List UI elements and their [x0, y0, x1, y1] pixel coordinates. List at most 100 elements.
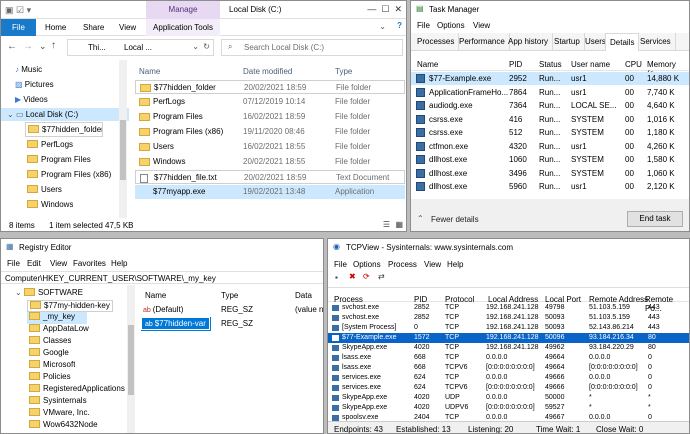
reg-tree-item[interactable]: Google — [27, 348, 69, 360]
end-task-button[interactable]: End task — [627, 211, 683, 227]
reg-tree-item[interactable]: Policies — [27, 372, 71, 384]
tcp-menu-options[interactable]: Options — [353, 260, 381, 269]
reg-menu-favorites[interactable]: Favorites — [73, 259, 106, 268]
address-dropdown-icon[interactable]: ⌄ — [192, 42, 199, 51]
process-row[interactable]: dllhost.exe 3496 Run... SYSTEM 00 1,060 K — [411, 167, 689, 180]
tm-hscrollbar[interactable] — [411, 199, 689, 207]
process-row[interactable]: ApplicationFrameHo... 7864 Run... usr1 00 7,7… — [411, 86, 689, 99]
file-row[interactable]: $77myapp.exe 19/02/2021 13:48 Application — [135, 185, 405, 199]
reg-menu-help[interactable]: Help — [111, 259, 127, 268]
breadcrumb-localdisk[interactable]: Local ... — [124, 43, 152, 52]
file-row[interactable]: $77hidden_file.txt 20/02/2021 18:59 Text D… — [135, 170, 405, 184]
fewer-details-link[interactable]: Fewer details — [431, 215, 479, 224]
connection-row[interactable]: svchost.exe 2852 TCP 192.168.241.128 49798 51… — [328, 303, 689, 313]
connection-row[interactable]: svchost.exe 2852 TCP 192.168.241.128 50093 51… — [328, 313, 689, 323]
tree-item-program-files[interactable]: Program Files — [27, 155, 91, 164]
manage-ribbon-tab[interactable]: Manage — [146, 1, 220, 19]
reg-path-bar[interactable]: Computer\HKEY_CURRENT_USER\SOFTWARE\_my_… — [1, 271, 323, 284]
expand-chevron-icon[interactable]: ⌄ — [7, 110, 16, 119]
file-row[interactable]: Program Files (x86) 19/11/2020 08:46 File … — [135, 125, 405, 139]
reg-menu-file[interactable]: File — [7, 259, 20, 268]
reg-col-name[interactable]: Name — [145, 291, 166, 300]
address-bar[interactable]: Thi... Local ... ⌄ ↻ — [67, 39, 214, 56]
tree-item-localdisk[interactable]: ⌄ ▭ Local Disk (C:) — [1, 108, 129, 121]
reg-tree-item[interactable]: _my_key — [27, 312, 87, 324]
connection-row[interactable]: [System Process] 0 TCP 192.168.241.128 50093… — [328, 323, 689, 333]
chevron-down-icon[interactable]: ⌄ — [379, 22, 386, 31]
tree-item-hidden-folder[interactable]: $77hidden_folder — [25, 122, 103, 137]
back-arrow-icon[interactable]: ← — [7, 41, 17, 52]
reg-tree-item[interactable]: Microsoft — [27, 360, 75, 372]
tm-col-name[interactable]: Name — [417, 60, 438, 69]
reg-tree-item[interactable]: ›VMware, Inc. — [27, 408, 90, 420]
reg-tree-item[interactable]: AppDataLow — [27, 324, 89, 336]
connection-row[interactable]: $77-Example.exe 1572 TCP 192.168.241.128 500… — [328, 333, 689, 343]
process-row[interactable]: $77-Example.exe 2952 Run... usr1 00 14,880 K — [411, 72, 689, 85]
close-connection-icon[interactable]: ✖ — [349, 272, 356, 281]
tm-col-pid[interactable]: PID — [509, 60, 522, 69]
tm-col-cpu[interactable]: CPU — [625, 60, 642, 69]
file-row[interactable]: PerfLogs 07/12/2019 10:14 File folder — [135, 95, 405, 109]
tab-view[interactable]: View — [119, 23, 136, 32]
tab-performance[interactable]: Performance — [455, 33, 510, 51]
connection-row[interactable]: services.exe 624 TCP 0.0.0.0 49666 0.0.0.0 0 — [328, 373, 689, 383]
tree-item-perflogs[interactable]: PerfLogs — [27, 140, 73, 149]
tab-app-history[interactable]: App history — [504, 33, 554, 51]
resolve-icon[interactable]: ⇄ — [378, 272, 385, 281]
reg-menu-view[interactable]: View — [50, 259, 67, 268]
reg-tree-item[interactable]: Classes — [27, 336, 71, 348]
process-row[interactable]: ctfmon.exe 4320 Run... usr1 00 4,260 K — [411, 140, 689, 153]
refresh-icon[interactable]: ↻ — [203, 42, 210, 51]
tree-item-music[interactable]: ♪ Music — [15, 65, 42, 74]
tree-item-pictures[interactable]: ▨ Pictures — [15, 80, 54, 89]
reg-tree-item[interactable]: $77my-hidden-key — [27, 300, 113, 312]
tab-processes[interactable]: Processes — [413, 33, 460, 51]
tree-item-program-files-x86[interactable]: Program Files (x86) — [27, 170, 111, 179]
reg-tree-item[interactable]: ⌄ SOFTWARE — [13, 288, 83, 300]
tcp-menu-file[interactable]: File — [334, 260, 347, 269]
breadcrumb-thispc[interactable]: Thi... — [88, 43, 106, 52]
connection-row[interactable]: lsass.exe 668 TCPV6 [0:0:0:0:0:0:0:0] 49664 [… — [328, 363, 689, 373]
tree-item-windows[interactable]: Windows — [27, 200, 73, 209]
help-icon[interactable]: ? — [397, 21, 402, 30]
search-box[interactable]: ⌕ Search Local Disk (C:) — [221, 39, 403, 56]
tm-col-user[interactable]: User name — [571, 60, 610, 69]
tm-menu-options[interactable]: Options — [437, 21, 465, 30]
forward-arrow-icon[interactable]: → — [23, 41, 33, 52]
up-arrow-icon[interactable]: ↑ — [51, 40, 56, 51]
connection-row[interactable]: services.exe 624 TCPV6 [0:0:0:0:0:0:0:0] 496… — [328, 383, 689, 393]
details-view-icon[interactable]: ☰ — [383, 220, 390, 229]
tm-menu-view[interactable]: View — [473, 21, 490, 30]
connection-row[interactable]: lsass.exe 668 TCP 0.0.0.0 49664 0.0.0.0 0 — [328, 353, 689, 363]
reg-tree-item[interactable]: ›RegisteredApplications — [27, 384, 125, 396]
tm-col-status[interactable]: Status — [539, 60, 562, 69]
reg-tree-item[interactable]: ›Wow6432Node — [27, 420, 98, 432]
tcp-menu-process[interactable]: Process — [388, 260, 417, 269]
tab-app-tools[interactable]: Application Tools — [146, 19, 220, 36]
reg-tree-scrollbar[interactable] — [127, 285, 135, 433]
col-header-name[interactable]: Name — [139, 67, 160, 76]
reg-value-default[interactable]: ab (Default) REG_SZ (value n... — [143, 305, 323, 314]
refresh-icon[interactable]: ⟳ — [363, 272, 370, 281]
tm-menu-file[interactable]: File — [417, 21, 430, 30]
process-row[interactable]: dllhost.exe 1060 Run... SYSTEM 00 1,580 K — [411, 153, 689, 166]
file-row[interactable]: Program Files 16/02/2021 18:59 File folder — [135, 110, 405, 124]
fewer-details-icon[interactable]: ⌃ — [417, 214, 424, 223]
col-header-type[interactable]: Type — [335, 67, 352, 76]
reg-col-data[interactable]: Data — [295, 291, 312, 300]
tab-home[interactable]: Home — [45, 23, 66, 32]
process-row[interactable]: dllhost.exe 5960 Run... usr1 00 2,120 K — [411, 180, 689, 193]
connection-row[interactable]: SkypeApp.exe 4020 UDPV6 [0:0:0:0:0:0:0:0] 59… — [328, 403, 689, 413]
save-icon[interactable]: ▪ — [335, 273, 338, 282]
qat-icons[interactable]: ▣ ☑ ▾ — [5, 5, 31, 16]
file-row[interactable]: $77hidden_folder 20/02/2021 18:59 File fol… — [135, 80, 405, 94]
connection-row[interactable]: SkypeApp.exe 4020 TCP 192.168.241.128 49962 9… — [328, 343, 689, 353]
connection-row[interactable]: SkypeApp.exe 4020 UDP 0.0.0.0 50000 * * — [328, 393, 689, 403]
expand-chevron-icon[interactable]: ⌄ — [15, 288, 24, 297]
tab-services[interactable]: Services — [636, 33, 676, 51]
tab-startup[interactable]: Startup — [550, 33, 585, 51]
tab-share[interactable]: Share — [83, 23, 104, 32]
tcp-menu-help[interactable]: Help — [447, 260, 463, 269]
process-row[interactable]: audiodg.exe 7364 Run... LOCAL SE... 00 4,640 … — [411, 99, 689, 112]
tree-item-users[interactable]: Users — [27, 185, 62, 194]
